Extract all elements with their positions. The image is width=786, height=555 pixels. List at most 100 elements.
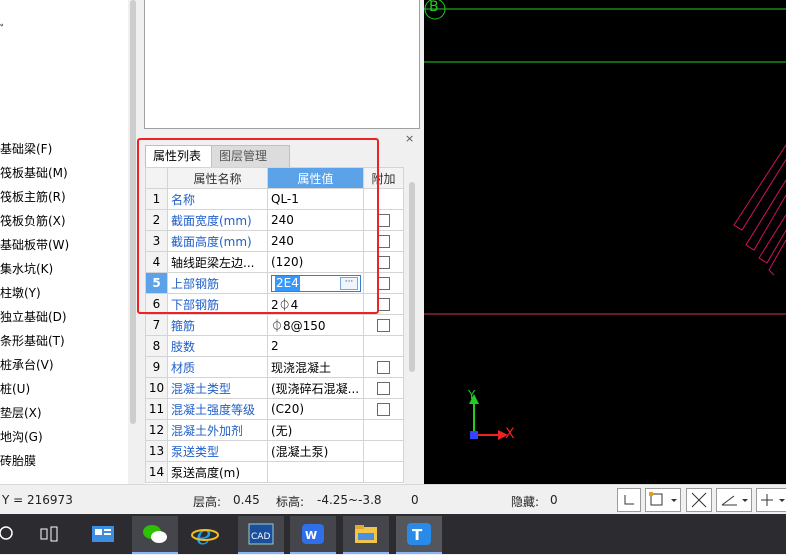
property-value-cell[interactable]: (现浇碎石混凝... — [267, 377, 364, 399]
property-value[interactable]: (现浇碎石混凝... — [271, 382, 359, 396]
property-value-cell[interactable]: (C20) — [267, 398, 364, 420]
attach-cell[interactable] — [363, 335, 404, 357]
wechat-icon[interactable] — [132, 516, 178, 554]
attach-cell[interactable] — [363, 356, 404, 378]
ie-icon[interactable]: e — [182, 516, 228, 552]
origin-marker — [470, 431, 478, 439]
tree-item[interactable]: 条形基础(T) — [0, 329, 65, 353]
tree-item[interactable]: 筏板基础(M) — [0, 161, 68, 185]
task-view-icon[interactable] — [27, 516, 73, 552]
tree-item[interactable]: 桩承台(V) — [0, 353, 54, 377]
property-row[interactable]: 8 肢数 2 — [145, 335, 404, 357]
attach-checkbox[interactable] — [377, 382, 390, 395]
news-icon[interactable] — [80, 516, 126, 552]
property-value[interactable]: 现浇混凝土 — [271, 361, 331, 375]
wps-icon[interactable]: W — [290, 516, 336, 554]
property-value-cell[interactable]: 现浇混凝土 — [267, 356, 364, 378]
angle-button[interactable] — [716, 488, 752, 512]
property-row[interactable]: 14 泵送高度(m) — [145, 461, 404, 483]
hatch-lines — [733, 144, 786, 276]
x-axis-label: X — [505, 426, 515, 442]
drawing-canvas[interactable]: B Y X — [424, 0, 786, 484]
y-axis-label: Y — [468, 388, 476, 402]
tree-item[interactable]: 独立基础(D) — [0, 305, 67, 329]
tree-item[interactable]: 基础板带(W) — [0, 233, 69, 257]
row-number: 9 — [145, 356, 168, 378]
svg-text:W: W — [305, 529, 317, 542]
attach-cell[interactable] — [363, 419, 404, 441]
tree-item[interactable]: 桩(U) — [0, 377, 30, 401]
attach-cell[interactable] — [363, 398, 404, 420]
grid-scrollbar[interactable] — [406, 180, 418, 485]
property-name[interactable]: 混凝土类型 — [167, 377, 268, 399]
scrollbar-thumb[interactable] — [409, 182, 415, 372]
property-name[interactable]: 混凝土强度等级 — [167, 398, 268, 420]
row-number: 10 — [145, 377, 168, 399]
folder-icon[interactable] — [343, 516, 389, 554]
property-value[interactable]: 2 — [271, 339, 279, 353]
property-value-cell[interactable] — [267, 461, 364, 483]
tree-item[interactable]: 筏板负筋(X) — [0, 209, 66, 233]
tree-item[interactable]: 垫层(X) — [0, 401, 42, 425]
floor-height-value: 0.45 — [233, 493, 260, 507]
attach-cell[interactable] — [363, 440, 404, 462]
property-row[interactable]: 11 混凝土强度等级 (C20) — [145, 398, 404, 420]
tree-item[interactable]: 基础梁(F) — [0, 137, 52, 161]
property-name[interactable]: 材质 — [167, 356, 268, 378]
property-value[interactable]: ⏀8@150 — [271, 319, 326, 333]
property-name[interactable]: 泵送高度(m) — [167, 461, 268, 483]
scrollbar-thumb[interactable] — [130, 0, 136, 424]
row-number: 11 — [145, 398, 168, 420]
tree-item[interactable]: 砖胎膜 — [0, 449, 36, 473]
property-value-cell[interactable]: (混凝土泵) — [267, 440, 364, 462]
tree-item-partial[interactable]: ﾞ — [0, 18, 6, 42]
attach-checkbox[interactable] — [377, 403, 390, 416]
property-value[interactable]: (混凝土泵) — [271, 445, 328, 459]
property-name[interactable]: 泵送类型 — [167, 440, 268, 462]
property-row[interactable]: 7 箍筋 ⏀8@150 — [145, 314, 404, 336]
coordinate-readout: Y = 216973 — [2, 493, 73, 507]
property-name[interactable]: 箍筋 — [167, 314, 268, 336]
cross-snap-button[interactable] — [686, 488, 712, 512]
property-value-cell[interactable]: 2 — [267, 335, 364, 357]
row-number: 8 — [145, 335, 168, 357]
property-name[interactable]: 混凝土外加剂 — [167, 419, 268, 441]
attach-cell[interactable] — [363, 461, 404, 483]
attach-cell[interactable] — [363, 377, 404, 399]
snap-box-button[interactable] — [645, 488, 681, 512]
glodon-icon[interactable]: T — [396, 516, 442, 554]
tree-item[interactable]: 集水坑(K) — [0, 257, 53, 281]
property-name[interactable]: 肢数 — [167, 335, 268, 357]
offset-button[interactable] — [756, 488, 786, 512]
elevation-value: -4.25~-3.8 — [317, 493, 382, 507]
row-number: 14 — [145, 461, 168, 483]
attach-checkbox[interactable] — [377, 361, 390, 374]
property-value-cell[interactable]: ⏀8@150 — [267, 314, 364, 336]
attach-checkbox[interactable] — [377, 319, 390, 332]
close-icon[interactable]: × — [405, 132, 414, 145]
property-row[interactable]: 9 材质 现浇混凝土 — [145, 356, 404, 378]
tree-item[interactable]: 柱墩(Y) — [0, 281, 41, 305]
row-number: 13 — [145, 440, 168, 462]
canvas-drawing — [424, 0, 786, 440]
status-zero: 0 — [411, 493, 419, 507]
elevation-label: 标高: — [276, 495, 305, 509]
tree-item[interactable]: 地沟(G) — [0, 425, 43, 449]
highlight-annotation — [137, 138, 379, 314]
snap-corner-button[interactable] — [617, 488, 641, 512]
attach-cell[interactable] — [363, 314, 404, 336]
svg-text:e: e — [196, 521, 211, 551]
svg-text:CAD: CAD — [251, 532, 270, 542]
tree-item[interactable]: 筏板主筋(R) — [0, 185, 66, 209]
row-number: 7 — [145, 314, 168, 336]
floor-height-label: 层高: — [193, 495, 222, 509]
component-tree: ﾞ 基础梁(F) 筏板基础(M) 筏板主筋(R) 筏板负筋(X) 基础板带(W)… — [0, 0, 128, 484]
property-value[interactable]: (无) — [271, 424, 292, 438]
axis-label: B — [429, 0, 439, 15]
property-row[interactable]: 12 混凝土外加剂 (无) — [145, 419, 404, 441]
property-row[interactable]: 13 泵送类型 (混凝土泵) — [145, 440, 404, 462]
property-value[interactable]: (C20) — [271, 402, 304, 416]
property-row[interactable]: 10 混凝土类型 (现浇碎石混凝... — [145, 377, 404, 399]
cad-icon[interactable]: CAD — [238, 516, 284, 554]
property-value-cell[interactable]: (无) — [267, 419, 364, 441]
